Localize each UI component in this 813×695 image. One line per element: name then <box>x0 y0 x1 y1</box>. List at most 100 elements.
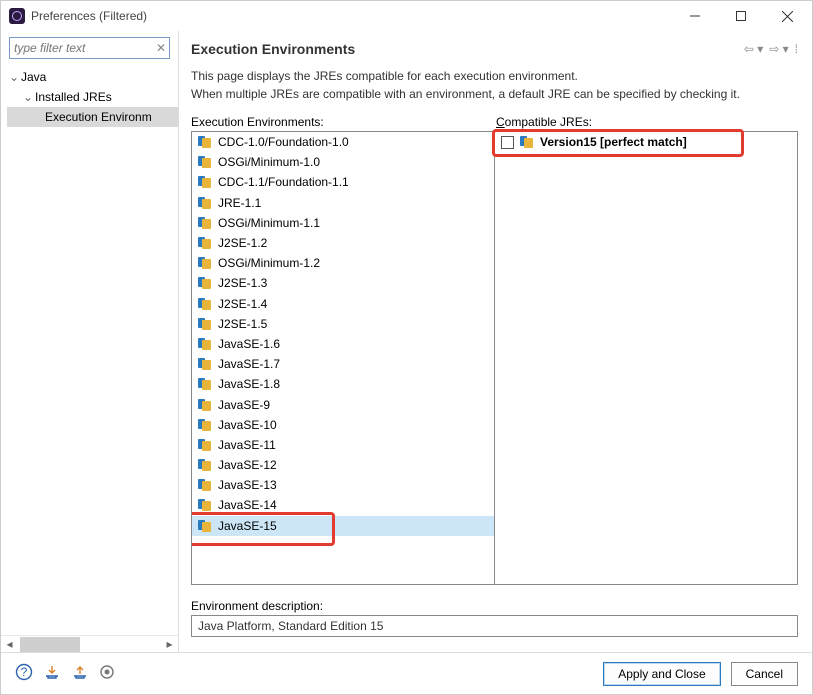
environment-label: J2SE-1.2 <box>218 236 267 250</box>
environment-label: JavaSE-15 <box>218 519 277 533</box>
tree-item-execution-environments[interactable]: Execution Environm <box>7 107 178 127</box>
environment-label: J2SE-1.5 <box>218 317 267 331</box>
environment-label: OSGi/Minimum-1.1 <box>218 216 320 230</box>
environment-icon <box>198 399 214 411</box>
collapse-icon[interactable]: ⌄ <box>7 70 21 84</box>
environment-icon <box>198 378 214 390</box>
close-button[interactable] <box>764 1 810 31</box>
environment-item[interactable]: JavaSE-1.6 <box>192 334 494 354</box>
environment-label: CDC-1.1/Foundation-1.1 <box>218 175 349 189</box>
jre-label: Version15 [perfect match] <box>540 135 687 149</box>
environment-icon <box>198 257 214 269</box>
environment-item[interactable]: J2SE-1.3 <box>192 273 494 293</box>
environment-label: JavaSE-12 <box>218 458 277 472</box>
environment-label: J2SE-1.4 <box>218 297 267 311</box>
environment-item[interactable]: J2SE-1.2 <box>192 233 494 253</box>
tree-item-installed-jres[interactable]: ⌄ Installed JREs <box>7 87 178 107</box>
environment-label: CDC-1.0/Foundation-1.0 <box>218 135 349 149</box>
svg-text:?: ? <box>21 665 28 679</box>
environment-icon <box>198 197 214 209</box>
environment-description-label: Environment description: <box>191 599 798 613</box>
page-title: Execution Environments <box>191 41 355 57</box>
scrollbar-thumb[interactable] <box>20 637 80 652</box>
environment-item[interactable]: JavaSE-1.8 <box>192 374 494 394</box>
back-icon[interactable]: ⇦ ▾ <box>744 42 763 56</box>
environment-item[interactable]: JavaSE-14 <box>192 495 494 515</box>
import-icon[interactable] <box>43 663 61 684</box>
environment-item[interactable]: J2SE-1.4 <box>192 294 494 314</box>
environment-label: OSGi/Minimum-1.0 <box>218 155 320 169</box>
collapse-icon[interactable]: ⌄ <box>21 90 35 104</box>
filter-input[interactable] <box>9 37 170 59</box>
environment-icon <box>198 358 214 370</box>
environment-item[interactable]: JavaSE-10 <box>192 415 494 435</box>
preference-tree[interactable]: ⌄ Java ⌄ Installed JREs Execution Enviro… <box>1 63 178 635</box>
compatible-jres-label: Compatible JREs: <box>496 115 592 129</box>
preference-tree-pane: ✕ ⌄ Java ⌄ Installed JREs Execution Envi… <box>1 31 179 652</box>
environment-item[interactable]: OSGi/Minimum-1.0 <box>192 152 494 172</box>
environment-description-field <box>191 615 798 637</box>
environment-item[interactable]: OSGi/Minimum-1.2 <box>192 253 494 273</box>
environment-icon <box>198 176 214 188</box>
compatible-jres-list[interactable]: Version15 [perfect match] <box>495 132 797 584</box>
button-label: Apply and Close <box>618 667 705 681</box>
environment-item[interactable]: JavaSE-11 <box>192 435 494 455</box>
desc-line: When multiple JREs are compatible with a… <box>191 85 798 103</box>
jre-item[interactable]: Version15 [perfect match] <box>495 132 797 152</box>
window-titlebar: Preferences (Filtered) <box>1 1 812 31</box>
environment-item[interactable]: CDC-1.1/Foundation-1.1 <box>192 172 494 192</box>
environment-label: JavaSE-9 <box>218 398 270 412</box>
jre-icon <box>520 136 536 148</box>
tree-label: Execution Environm <box>45 110 152 124</box>
environments-label: Execution Environments: <box>191 115 496 129</box>
environment-item[interactable]: JavaSE-12 <box>192 455 494 475</box>
jre-checkbox[interactable] <box>501 136 514 149</box>
environment-item[interactable]: CDC-1.0/Foundation-1.0 <box>192 132 494 152</box>
clear-filter-icon[interactable]: ✕ <box>156 41 166 55</box>
environment-item[interactable]: OSGi/Minimum-1.1 <box>192 213 494 233</box>
environment-item[interactable]: JavaSE-13 <box>192 475 494 495</box>
cancel-button[interactable]: Cancel <box>731 662 798 686</box>
scroll-left-icon[interactable]: ◂ <box>1 636 18 653</box>
environment-item[interactable]: JavaSE-9 <box>192 394 494 414</box>
environment-label: OSGi/Minimum-1.2 <box>218 256 320 270</box>
environment-icon <box>198 298 214 310</box>
environment-icon <box>198 459 214 471</box>
environment-icon <box>198 419 214 431</box>
environment-icon <box>198 156 214 168</box>
environment-item[interactable]: J2SE-1.5 <box>192 314 494 334</box>
preference-page: Execution Environments ⇦ ▾ ⇨ ▾ ⁞ This pa… <box>179 31 812 652</box>
environment-item[interactable]: JavaSE-15 <box>192 516 494 536</box>
menu-icon[interactable]: ⁞ <box>795 42 798 56</box>
desc-line: This page displays the JREs compatible f… <box>191 67 798 85</box>
export-icon[interactable] <box>71 663 89 684</box>
window-title: Preferences (Filtered) <box>31 9 147 23</box>
environment-label: JRE-1.1 <box>218 196 261 210</box>
environment-label: J2SE-1.3 <box>218 276 267 290</box>
oomph-record-icon[interactable] <box>99 664 115 683</box>
environment-icon <box>198 318 214 330</box>
environment-label: JavaSE-14 <box>218 498 277 512</box>
environment-icon <box>198 520 214 532</box>
environment-icon <box>198 479 214 491</box>
environments-list[interactable]: CDC-1.0/Foundation-1.0 OSGi/Minimum-1.0 CD… <box>192 132 495 584</box>
horizontal-scrollbar[interactable]: ◂ ▸ <box>1 635 178 652</box>
environment-item[interactable]: JavaSE-1.7 <box>192 354 494 374</box>
environment-icon <box>198 439 214 451</box>
scroll-right-icon[interactable]: ▸ <box>161 636 178 653</box>
environment-item[interactable]: JRE-1.1 <box>192 193 494 213</box>
tree-item-java[interactable]: ⌄ Java <box>7 67 178 87</box>
eclipse-icon <box>9 8 25 24</box>
maximize-button[interactable] <box>718 1 764 31</box>
environment-icon <box>198 277 214 289</box>
button-label: Cancel <box>746 667 783 681</box>
environment-icon <box>198 237 214 249</box>
minimize-button[interactable] <box>672 1 718 31</box>
environment-icon <box>198 217 214 229</box>
help-icon[interactable]: ? <box>15 663 33 684</box>
tree-label: Installed JREs <box>35 90 112 104</box>
apply-and-close-button[interactable]: Apply and Close <box>603 662 720 686</box>
environment-label: JavaSE-1.8 <box>218 377 280 391</box>
forward-icon[interactable]: ⇨ ▾ <box>769 42 788 56</box>
tree-label: Java <box>21 70 46 84</box>
